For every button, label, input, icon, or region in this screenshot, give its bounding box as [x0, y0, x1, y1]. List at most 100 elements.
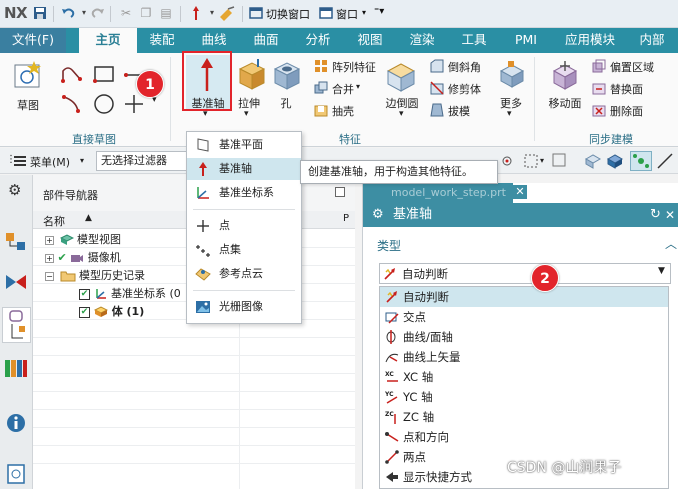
- selection-filter-select[interactable]: 无选择过滤器: [96, 151, 188, 171]
- type-select[interactable]: 自动判断 ▼: [379, 263, 671, 284]
- circle-icon[interactable]: [92, 93, 116, 118]
- offset-region-label[interactable]: 偏置区域: [610, 59, 654, 75]
- move-face-icon[interactable]: [548, 59, 582, 96]
- select-region-dropdown-icon[interactable]: ▾: [540, 156, 544, 165]
- trim-body-label[interactable]: 修剪体: [448, 81, 481, 97]
- chamfer-icon[interactable]: [430, 59, 444, 76]
- tab-assembly[interactable]: 装配: [140, 28, 184, 53]
- menu-item-point[interactable]: 点: [187, 215, 301, 237]
- cut-icon[interactable]: ✂: [118, 5, 134, 21]
- snap-point-icon[interactable]: [500, 154, 516, 171]
- checkbox-checked[interactable]: ✔: [79, 288, 90, 300]
- settings-gear-icon[interactable]: ⚙: [8, 181, 21, 199]
- assembly-navigator-icon[interactable]: [5, 231, 27, 256]
- edge-blend-icon[interactable]: [384, 59, 418, 96]
- profile-icon[interactable]: [60, 63, 84, 88]
- menu-dropdown-icon[interactable]: ▾: [80, 156, 84, 165]
- customize-icon[interactable]: ⁼▾: [374, 6, 384, 17]
- option-point-and-direction[interactable]: 点和方向: [380, 427, 668, 447]
- menu-item-point-set[interactable]: 点集: [187, 239, 301, 261]
- arc-icon[interactable]: [60, 93, 84, 118]
- window-icon[interactable]: [318, 5, 334, 21]
- menu-item-reference-point-cloud[interactable]: 参考点云: [187, 263, 301, 285]
- reset-icon[interactable]: ↻: [650, 203, 661, 227]
- expand-icon[interactable]: +: [45, 235, 54, 245]
- select-region-icon[interactable]: [524, 154, 540, 171]
- extrude-label[interactable]: 拉伸: [234, 95, 264, 111]
- menu-item-datum-csys[interactable]: 基准坐标系: [187, 182, 301, 204]
- unite-icon[interactable]: [314, 81, 328, 98]
- paste-icon[interactable]: ▤: [158, 5, 174, 21]
- dialog-close-icon[interactable]: ✕: [665, 203, 675, 227]
- option-zc-axis[interactable]: ZC ZC 轴: [380, 407, 668, 427]
- menu-item-datum-axis[interactable]: 基准轴: [187, 158, 301, 180]
- tab-internal[interactable]: 内部: [630, 28, 674, 53]
- extrude-icon[interactable]: [236, 57, 266, 94]
- sketch-icon[interactable]: [12, 59, 44, 91]
- checkbox-checked[interactable]: ✔: [79, 306, 90, 318]
- menu-button[interactable]: 菜单(M): [30, 154, 70, 170]
- option-inferred[interactable]: 自动判断: [380, 287, 668, 308]
- option-intersection[interactable]: 交点: [380, 307, 668, 327]
- copy-icon[interactable]: ❐: [138, 5, 154, 21]
- switch-window-label[interactable]: 切换窗口: [266, 6, 310, 22]
- tab-home[interactable]: 主页: [79, 28, 137, 54]
- constraint-navigator-icon[interactable]: [5, 271, 27, 296]
- tab-pmi[interactable]: PMI: [504, 28, 548, 53]
- offset-region-icon[interactable]: [592, 59, 606, 76]
- tab-tools[interactable]: 工具: [452, 28, 496, 53]
- unite-label[interactable]: 合并: [332, 81, 354, 97]
- edge-blend-dropdown-icon[interactable]: ▾: [399, 109, 404, 119]
- delete-face-label[interactable]: 删除面: [610, 103, 643, 119]
- view-orient-icon[interactable]: [584, 153, 602, 172]
- trim-body-icon[interactable]: [430, 81, 444, 98]
- hole-label[interactable]: 孔: [278, 95, 294, 111]
- file-tab-close-icon[interactable]: ✕: [513, 185, 527, 199]
- history-icon[interactable]: [6, 463, 26, 488]
- tree-row-model-history[interactable]: − 模型历史记录: [45, 267, 145, 285]
- tab-curve[interactable]: 曲线: [192, 28, 236, 53]
- select-arrow-icon[interactable]: ▼: [658, 266, 665, 276]
- tab-application[interactable]: 应用模块: [556, 28, 624, 53]
- select-all-icon[interactable]: [552, 153, 568, 170]
- tab-surface[interactable]: 曲面: [244, 28, 288, 53]
- tree-row-body[interactable]: ✔ 体 (1): [79, 303, 144, 321]
- tab-file[interactable]: 文件(F): [0, 28, 66, 53]
- menu-item-datum-plane[interactable]: 基准平面: [187, 134, 301, 156]
- selection-mode-icon[interactable]: [630, 151, 652, 171]
- draft-label[interactable]: 拔模: [448, 103, 470, 119]
- redo-icon[interactable]: [90, 5, 106, 21]
- delete-face-icon[interactable]: [592, 103, 606, 120]
- part-navigator-tab[interactable]: [2, 307, 31, 343]
- menu-icon[interactable]: [13, 154, 27, 171]
- column-name[interactable]: 名称: [43, 213, 65, 229]
- sketch-label[interactable]: 草图: [10, 97, 46, 113]
- tab-render[interactable]: 渲染: [400, 28, 444, 53]
- render-style-icon[interactable]: [606, 153, 624, 172]
- rectangle-icon[interactable]: [92, 63, 116, 88]
- hole-icon[interactable]: [272, 59, 302, 94]
- chevron-up-icon[interactable]: ︿: [665, 235, 677, 252]
- undo-icon[interactable]: [60, 5, 76, 21]
- more-features-dropdown-icon[interactable]: ▾: [507, 109, 512, 119]
- shell-icon[interactable]: [314, 103, 328, 120]
- point-icon[interactable]: [124, 93, 144, 118]
- shell-label[interactable]: 抽壳: [332, 103, 354, 119]
- window-menu-label[interactable]: 窗口: [336, 6, 358, 22]
- menu-item-raster-image[interactable]: 光栅图像: [187, 296, 301, 318]
- file-tab[interactable]: model_work_step.prt: [363, 183, 513, 203]
- replace-face-icon[interactable]: [592, 81, 606, 98]
- option-xc-axis[interactable]: XC XC 轴: [380, 367, 668, 387]
- snap-icon[interactable]: [218, 5, 235, 21]
- save-icon[interactable]: [32, 5, 48, 21]
- tab-view[interactable]: 视图: [348, 28, 392, 53]
- option-yc-axis[interactable]: YC YC 轴: [380, 387, 668, 407]
- switch-window-icon[interactable]: [248, 5, 264, 21]
- pattern-feature-label[interactable]: 阵列特征: [332, 59, 376, 75]
- expand-icon[interactable]: +: [45, 253, 54, 263]
- tree-row-cameras[interactable]: + ✔ 摄像机: [45, 249, 121, 267]
- line-tool-icon[interactable]: [656, 152, 674, 173]
- tab-analysis[interactable]: 分析: [296, 28, 340, 53]
- tree-row-datum-csys[interactable]: ✔ 基准坐标系 (0: [79, 285, 181, 303]
- extrude-dropdown-icon[interactable]: ▾: [244, 109, 249, 119]
